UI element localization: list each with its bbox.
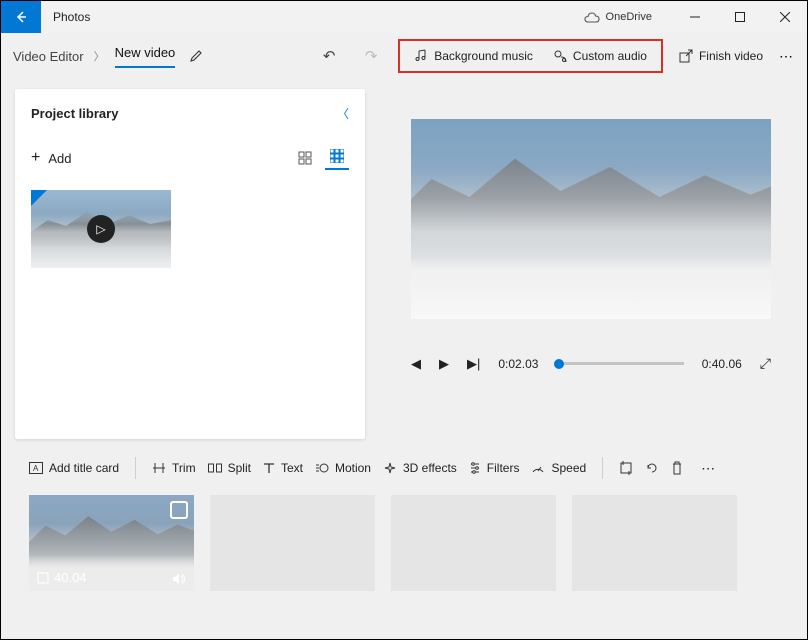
export-icon xyxy=(679,49,693,63)
speed-icon xyxy=(531,462,545,474)
background-music-label: Background music xyxy=(434,49,533,63)
rename-button[interactable] xyxy=(189,49,203,63)
fullscreen-button[interactable]: ⤢ xyxy=(760,355,771,372)
tools-more-button[interactable]: ⋯ xyxy=(701,460,717,477)
breadcrumb-current[interactable]: New video xyxy=(115,45,176,68)
maximize-button[interactable] xyxy=(717,1,762,33)
text-icon xyxy=(263,462,275,474)
motion-button[interactable]: Motion xyxy=(315,461,371,475)
duration-icon xyxy=(37,572,49,584)
clip-duration: 40.04 xyxy=(37,570,87,585)
play-button[interactable]: ▶ xyxy=(439,356,449,372)
action-bar: Video Editor 〉 New video ↶ ↷ Background … xyxy=(1,33,807,79)
grid-3x3-icon xyxy=(330,149,344,163)
time-slider[interactable] xyxy=(556,362,683,365)
window-controls xyxy=(672,1,807,33)
grid-large-button[interactable] xyxy=(293,146,317,170)
minimize-button[interactable] xyxy=(672,1,717,33)
titlebar: Photos OneDrive xyxy=(1,1,807,33)
back-button[interactable] xyxy=(1,1,41,33)
project-panel: Project library 〈 + Add ▷ xyxy=(15,89,365,439)
split-icon xyxy=(208,462,222,474)
timeline-slot-4[interactable] xyxy=(572,495,737,591)
speaker-icon xyxy=(172,573,186,585)
delete-button[interactable] xyxy=(671,461,683,475)
grid-small-button[interactable] xyxy=(325,146,349,170)
title-card-icon: A xyxy=(29,462,43,474)
playback-bar: ◀ ▶ ▶| 0:02.03 0:40.06 ⤢ xyxy=(411,355,771,372)
grid-2x2-icon xyxy=(298,151,312,165)
next-frame-button[interactable]: ▶| xyxy=(467,356,480,372)
text-button[interactable]: Text xyxy=(263,461,303,475)
total-time: 0:40.06 xyxy=(702,357,742,371)
onedrive-button[interactable]: OneDrive xyxy=(584,11,652,23)
filters-button[interactable]: Filters xyxy=(469,461,520,475)
filters-icon xyxy=(469,462,481,474)
close-button[interactable] xyxy=(762,1,807,33)
trim-icon xyxy=(152,462,166,474)
finish-video-label: Finish video xyxy=(699,49,763,63)
custom-audio-label: Custom audio xyxy=(573,49,647,63)
add-label: Add xyxy=(48,151,71,166)
background-music-button[interactable]: Background music xyxy=(404,43,543,69)
timeline-slot-3[interactable] xyxy=(391,495,556,591)
app-name: Photos xyxy=(53,10,90,24)
audio-highlight: Background music Custom audio xyxy=(398,39,663,73)
3d-effects-button[interactable]: 3D effects xyxy=(383,461,457,475)
crop-button[interactable] xyxy=(619,461,633,475)
workspace: Project library 〈 + Add ▷ ◀ xyxy=(1,79,807,439)
project-title: Project library xyxy=(31,106,118,121)
audio-icon xyxy=(553,49,567,63)
library-thumbnail[interactable]: ▷ xyxy=(31,190,171,268)
timeline-clip-1[interactable]: 40.04 xyxy=(29,495,194,591)
timeline: 40.04 xyxy=(1,479,807,607)
breadcrumb-root[interactable]: Video Editor xyxy=(13,49,84,64)
custom-audio-button[interactable]: Custom audio xyxy=(543,43,657,69)
finish-video-button[interactable]: Finish video xyxy=(669,43,773,69)
pencil-icon xyxy=(189,49,203,63)
undo-button[interactable]: ↶ xyxy=(314,47,344,65)
clip-sound-icon[interactable] xyxy=(172,573,186,585)
speed-button[interactable]: Speed xyxy=(531,461,586,475)
clip-checkbox[interactable] xyxy=(170,501,188,519)
rotate-icon xyxy=(645,461,659,475)
sparkle-icon xyxy=(383,462,397,474)
trash-icon xyxy=(671,461,683,475)
tools-row: A Add title card Trim Split Text Motion … xyxy=(1,439,807,479)
svg-text:A: A xyxy=(33,464,39,473)
preview-area: ◀ ▶ ▶| 0:02.03 0:40.06 ⤢ xyxy=(389,89,793,439)
redo-button[interactable]: ↷ xyxy=(356,47,386,65)
motion-icon xyxy=(315,462,329,474)
trim-button[interactable]: Trim xyxy=(152,461,196,475)
add-media-button[interactable]: + Add xyxy=(31,149,71,167)
preview-frame[interactable] xyxy=(411,119,771,319)
split-button[interactable]: Split xyxy=(208,461,251,475)
plus-icon: + xyxy=(31,149,40,167)
chevron-right-icon: 〉 xyxy=(94,48,105,64)
rotate-button[interactable] xyxy=(645,461,659,475)
onedrive-label: OneDrive xyxy=(606,11,652,23)
timeline-slot-2[interactable] xyxy=(210,495,375,591)
music-icon xyxy=(414,49,428,63)
arrow-left-icon xyxy=(14,10,28,24)
prev-frame-button[interactable]: ◀ xyxy=(411,356,421,372)
elapsed-time: 0:02.03 xyxy=(498,357,538,371)
collapse-panel-button[interactable]: 〈 xyxy=(337,105,349,122)
crop-icon xyxy=(619,461,633,475)
cloud-icon xyxy=(584,12,600,23)
play-overlay-icon: ▷ xyxy=(87,215,115,243)
more-button[interactable]: ⋯ xyxy=(779,48,795,65)
add-title-card-button[interactable]: A Add title card xyxy=(29,461,119,475)
